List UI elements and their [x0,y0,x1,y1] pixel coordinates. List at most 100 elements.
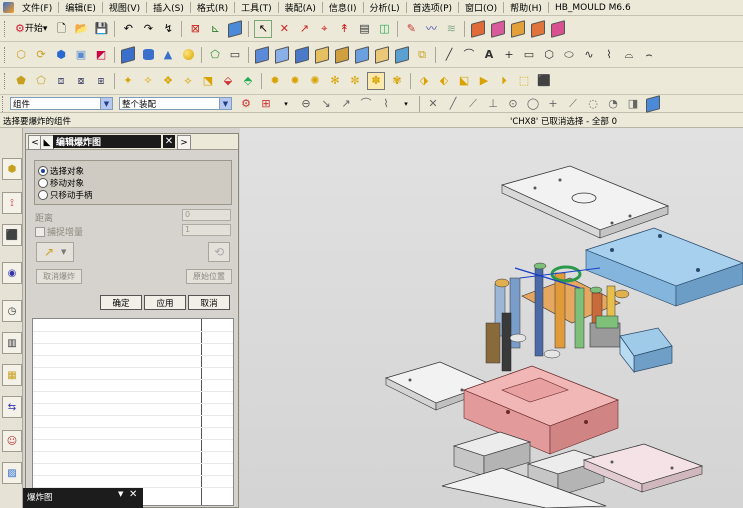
wave-link-icon[interactable]: ⬘ [240,73,256,89]
unite-icon[interactable] [254,45,270,64]
polygon-icon[interactable]: ⬡ [541,47,557,63]
scope-filter-dropdown[interactable]: 整个装配 ▼ [119,97,232,110]
variant-icon[interactable]: ⬚ [516,73,532,89]
reposition-icon[interactable]: ⬔ [200,73,216,89]
close-icon[interactable]: ✕ [129,489,137,500]
menu-assembly[interactable]: 装配(A) [281,1,320,14]
component-array-icon[interactable]: ❖ [160,73,176,89]
trim-body-icon[interactable] [394,45,410,64]
redo-icon[interactable]: ↷ [140,21,156,37]
component-select-icon[interactable] [645,94,661,113]
menu-edit[interactable]: 编辑(E) [61,1,100,14]
cylinder-icon[interactable] [140,47,156,63]
select-filter-icon[interactable]: ↖ [254,19,273,38]
explosion-delete-icon[interactable]: ✼ [347,73,363,89]
menu-analysis[interactable]: 分析(L) [366,1,404,14]
snap-point-on-curve-icon[interactable]: ◌ [585,96,601,112]
original-position-button[interactable]: 原始位置 [186,269,232,284]
boss-icon[interactable]: ▣ [73,47,89,63]
mirror-icon[interactable]: ⧉ [414,47,430,63]
menu-help[interactable]: 帮助(H) [506,1,546,14]
datum-axis-icon[interactable]: ▭ [227,47,243,63]
menu-tools[interactable]: 工具(T) [237,1,276,14]
mold-tool-2-icon[interactable] [490,19,506,38]
edit-params-icon[interactable]: ⬠ [33,73,49,89]
assembly-navigator-tab[interactable]: ⬢ [2,158,22,180]
edit-feature-icon[interactable]: ⬟ [13,73,29,89]
edge-blend-icon[interactable] [314,45,330,64]
snap-center-icon[interactable]: ⊙ [505,96,521,112]
history-tab[interactable]: ◷ [2,300,22,322]
forward-icon[interactable]: > [177,135,191,150]
tracelines-icon[interactable]: ⬗ [416,73,432,89]
deselect-icon[interactable]: ⊖ [298,96,314,112]
extrude-icon[interactable]: ⬡ [13,47,29,63]
block-icon[interactable] [120,45,136,64]
snap-perp-icon[interactable]: ⊥ [485,96,501,112]
distance-field[interactable]: 0 [182,209,231,221]
system-scene-tab[interactable]: ▨ [2,462,22,484]
menu-window[interactable]: 窗口(O) [461,1,501,14]
ellipse-icon[interactable]: ⬭ [561,47,577,63]
intersect-icon[interactable] [294,45,310,64]
new-file-icon[interactable]: 🗋 [53,21,69,37]
chamfer-icon[interactable] [334,45,350,64]
sphere-icon[interactable] [180,47,196,63]
close-icon[interactable]: ✕ [163,135,175,148]
offset-curve-icon[interactable]: ⌓ [621,47,637,63]
selection-dropdown-icon[interactable]: ▾ [278,96,294,112]
mold-tool-1-icon[interactable] [470,19,486,38]
revolve-icon[interactable]: ⟳ [33,47,49,63]
radio-move-handle[interactable]: 只移动手柄 [38,189,93,201]
reverse-direction-button[interactable]: ⟲ [208,242,230,262]
snap-control-icon[interactable]: ⌇ [378,96,394,112]
snap-quadrant-icon[interactable]: ◯ [525,96,541,112]
cancel-button[interactable]: 取消 [188,295,230,310]
clearance-icon[interactable]: ⬕ [456,73,472,89]
rectangle-icon[interactable]: ▭ [521,47,537,63]
sequence-end-icon[interactable]: ⬛ [536,73,552,89]
explosion-hide-icon[interactable]: ✽ [367,72,385,90]
snap-face-icon[interactable]: ⟋ [565,96,581,112]
palette-tab[interactable]: ▦ [2,364,22,386]
direction-vector-dropdown[interactable]: ↗ ▼ [36,242,74,262]
explosion-auto-icon[interactable]: ✺ [307,73,323,89]
play-icon[interactable]: ▶ [476,73,492,89]
menu-format[interactable]: 格式(R) [193,1,232,14]
vector-icon[interactable]: ↗ [296,21,312,37]
bridge-curve-icon[interactable]: ⌢ [641,47,657,63]
point-select-icon[interactable]: ✕ [276,21,292,37]
constraint-navigator-tab[interactable]: ⟟ [2,192,22,214]
ok-button[interactable]: 确定 [100,295,142,310]
menu-view[interactable]: 视图(V) [105,1,144,14]
mold-tool-5-icon[interactable] [550,19,566,38]
snap-arc-icon[interactable]: ⌒ [358,96,374,112]
reuse-library-tab[interactable]: ◉ [2,262,22,284]
draft-icon[interactable] [374,45,390,64]
step-icon[interactable]: ⏵ [496,73,512,89]
wcs-icon[interactable]: ⊾ [207,21,223,37]
snap-line-icon[interactable]: ╱ [445,96,461,112]
snap-midpoint-icon[interactable]: ↗ [338,96,354,112]
shaded-cube-icon[interactable] [227,19,243,38]
undo-icon[interactable]: ↶ [120,21,136,37]
mold-tool-4-icon[interactable] [530,19,546,38]
reorder-icon[interactable]: ⧈ [53,73,69,89]
explosion-show-icon[interactable]: ✾ [389,73,405,89]
system-materials-tab[interactable]: ▥ [2,332,22,354]
move-object-icon[interactable]: ↟ [336,21,352,37]
subtract-icon[interactable] [274,45,290,64]
snap-bounded-icon[interactable]: ◨ [625,96,641,112]
suppress-icon[interactable]: ⧇ [73,73,89,89]
pattern-icon[interactable]: ◫ [376,21,392,37]
hole-icon[interactable]: ⬢ [53,47,69,63]
explosion-create-icon[interactable]: ✹ [267,73,283,89]
chevron-down-icon[interactable]: ▼ [118,490,123,498]
sketch-constraint-icon[interactable]: ≋ [443,21,459,37]
snap-dropdown-icon[interactable]: ▾ [398,96,414,112]
open-folder-icon[interactable]: 📂 [73,21,89,37]
graphics-viewport[interactable] [240,128,743,508]
fit-view-icon[interactable]: ⊠ [187,21,203,37]
snap-increment-field[interactable]: 1 [182,224,231,236]
snap-increment-checkbox[interactable]: 捕捉增量 [35,225,83,238]
